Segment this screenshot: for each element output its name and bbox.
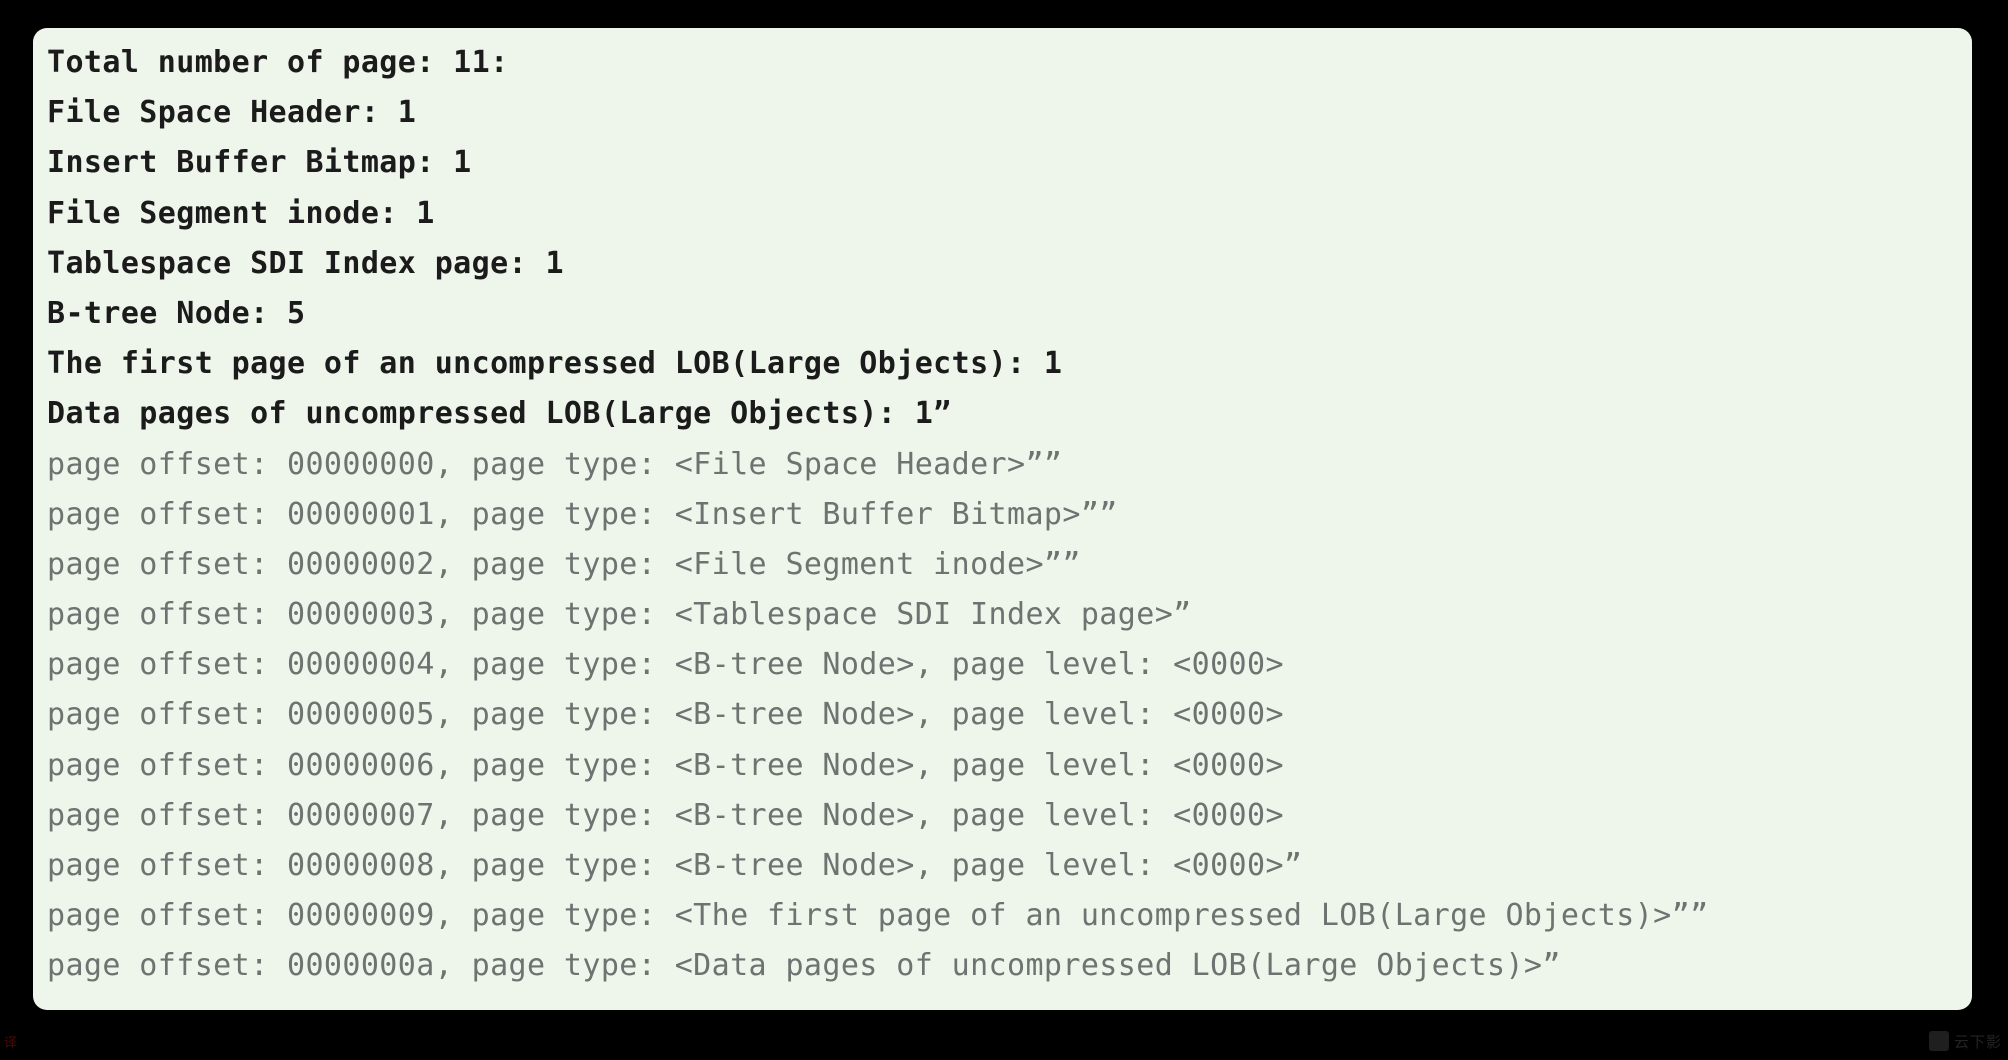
detail-line-page-00000009: page offset: 00000009, page type: <The f… <box>47 898 1709 934</box>
summary-line-total-pages: Total number of page: 11: <box>47 45 509 80</box>
watermark-logo-icon <box>1928 1031 1949 1051</box>
detail-line-page-00000005: page offset: 00000005, page type: <B-tre… <box>47 697 1284 733</box>
detail-line-page-00000008: page offset: 00000008, page type: <B-tre… <box>47 848 1303 883</box>
watermark-label: 云下影 <box>1953 1032 2002 1051</box>
summary-line-file-space-header: File Space Header: 1 <box>47 95 417 131</box>
detail-line-page-00000004: page offset: 00000004, page type: <B-tre… <box>47 647 1284 683</box>
detail-line-page-00000000: page offset: 00000000, page type: <File … <box>47 446 1063 482</box>
summary-line-lob-first-page: The first page of an uncompressed LOB(La… <box>47 346 1063 382</box>
summary-line-file-segment-inode: File Segment inode: 1 <box>47 195 435 231</box>
detail-line-page-00000006: page offset: 00000006, page type: <B-tre… <box>47 747 1284 783</box>
corner-mark: 译 <box>4 1036 17 1051</box>
summary-line-insert-buffer-bitmap: Insert Buffer Bitmap: 1 <box>47 145 472 181</box>
console-output-panel[interactable]: Total number of page: 11: File Space Hea… <box>33 28 1972 1010</box>
detail-line-page-0000000a: page offset: 0000000a, page type: <Data … <box>47 948 1561 984</box>
summary-line-tablespace-sdi-index-page: Tablespace SDI Index page: 1 <box>47 245 564 281</box>
summary-line-b-tree-node: B-tree Node: 5 <box>47 295 306 331</box>
console-output-lines: Total number of page: 11: File Space Hea… <box>33 38 1972 992</box>
watermark: 云下影 <box>1890 1026 2002 1056</box>
detail-line-page-00000003: page offset: 00000003, page type: <Table… <box>47 597 1192 633</box>
detail-line-page-00000002: page offset: 00000002, page type: <File … <box>47 546 1081 582</box>
summary-line-lob-data-pages: Data pages of uncompressed LOB(Large Obj… <box>47 396 952 432</box>
screen-root: Total number of page: 11: File Space Hea… <box>0 0 2008 1060</box>
detail-line-page-00000007: page offset: 00000007, page type: <B-tre… <box>47 797 1284 833</box>
detail-line-page-00000001: page offset: 00000001, page type: <Inser… <box>47 496 1118 532</box>
